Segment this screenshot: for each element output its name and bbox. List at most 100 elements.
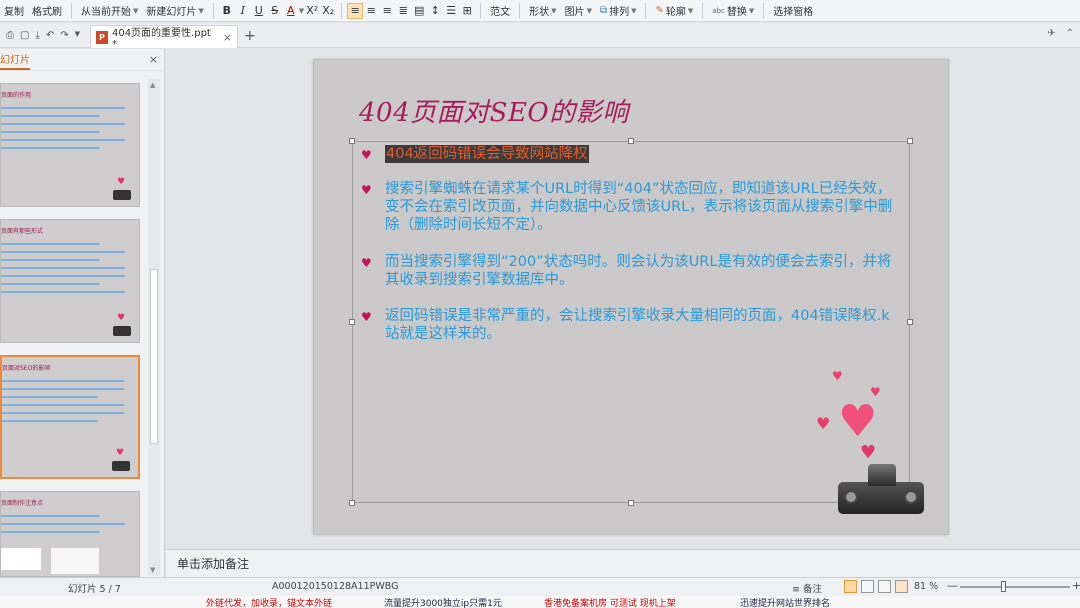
scroll-up-icon[interactable]: ▲	[150, 81, 155, 89]
superscript-button[interactable]: X²	[304, 3, 320, 19]
copy-label: 复制	[4, 7, 24, 18]
thumbnail-line	[2, 380, 124, 382]
ad-link[interactable]: 香港免备案机房 可测试 现机上架	[544, 596, 676, 608]
normal-view-icon[interactable]	[844, 580, 857, 593]
notes-pane[interactable]: 单击添加备注	[166, 549, 1080, 577]
slide-title[interactable]: 404页面对SEO的影响	[359, 92, 629, 129]
redo-icon[interactable]: ↷	[60, 30, 68, 41]
ppt-file-icon: P	[96, 30, 108, 44]
resize-handle[interactable]	[349, 319, 355, 325]
from-current-label: 从当前开始	[81, 7, 131, 18]
close-icon[interactable]: ×	[149, 53, 158, 66]
slide-thumbnail[interactable]: 页面制作注意点	[0, 491, 140, 577]
align-right-icon[interactable]: ≡	[379, 3, 395, 19]
divider	[702, 2, 704, 19]
slides-tab[interactable]: 幻灯片	[0, 49, 30, 70]
zoom-out-icon[interactable]: —	[947, 579, 958, 592]
thumbnail-title: 页面制作注意点	[1, 500, 44, 507]
underline-button[interactable]: U	[251, 3, 267, 19]
from-current-button[interactable]: 从当前开始 ▼	[77, 1, 142, 21]
thumbnail-line	[1, 291, 125, 293]
zoom-slider[interactable]	[960, 586, 1070, 588]
ad-link[interactable]: 外链代发，加收录，锚文本外链	[206, 596, 332, 608]
outline-button[interactable]: ✎ 轮廓 ▼	[651, 1, 697, 21]
new-slide-button[interactable]: 新建幻灯片 ▼	[142, 1, 207, 21]
template-id: A000120150128A11PWBG	[272, 581, 399, 592]
resize-handle[interactable]	[628, 138, 634, 144]
distribute-icon[interactable]: ▤	[411, 3, 427, 19]
selection-pane-button[interactable]: 选择窗格	[769, 1, 817, 21]
bold-button[interactable]: B	[219, 3, 235, 19]
thumbnail-line	[1, 523, 125, 525]
zoom-level[interactable]: 81 %	[914, 581, 938, 592]
align-justify-icon[interactable]: ≣	[395, 3, 411, 19]
pin-icon[interactable]: ✈	[1047, 28, 1055, 39]
font-color-button[interactable]: A	[283, 3, 299, 19]
align-center-icon[interactable]: ≡	[363, 3, 379, 19]
arrange-button[interactable]: ⧉ 排列 ▼	[596, 1, 641, 21]
selection-pane-label: 选择窗格	[773, 7, 814, 18]
strikethrough-button[interactable]: S	[267, 3, 283, 19]
ad-link[interactable]: 迅速提升网站世界排名	[740, 596, 830, 608]
preview-icon[interactable]: ▢	[20, 30, 29, 41]
bullet-text[interactable]: 搜索引擎蜘蛛在请求某个URL时得到“404”状态回应，即知道该URL已经失效，变…	[385, 180, 901, 234]
undo-icon[interactable]: ↶	[46, 30, 54, 41]
template-button[interactable]: 范文	[486, 1, 514, 21]
shape-button[interactable]: 形状 ▼	[525, 1, 560, 21]
zoom-slider-knob[interactable]	[1001, 581, 1006, 592]
bullet-text[interactable]: 404返回码错误会导致网站降权	[385, 145, 589, 163]
resize-handle[interactable]	[907, 138, 913, 144]
slide-thumbnail[interactable]: 页面有那些形式 ♥	[0, 219, 140, 343]
format-painter-button[interactable]: 格式刷	[28, 1, 66, 21]
thumbnail-line	[1, 515, 99, 517]
format-painter-label: 格式刷	[32, 7, 62, 18]
resize-handle[interactable]	[349, 138, 355, 144]
text-direction-icon[interactable]: ⊞	[459, 3, 475, 19]
picture-label: 图片	[564, 7, 585, 18]
chevron-down-icon: ▼	[133, 6, 139, 15]
picture-button[interactable]: 图片 ▼	[561, 1, 596, 21]
line-spacing-icon[interactable]: ↕	[427, 3, 443, 19]
current-slide[interactable]: 404页面对SEO的影响 ♥ 404返回码错误会导致网站降权 ♥ 搜索引擎蜘蛛在…	[313, 59, 949, 535]
bullet-text[interactable]: 返回码错误是非常严重的，会让搜索引擎收录大量相同的页面，404错误降权.k站就是…	[385, 307, 901, 343]
close-icon[interactable]: ×	[223, 31, 232, 44]
slide-thumbnail-pane: 幻灯片 × 页面的作用 ♥ 页面有那些形式 ♥ 页面对SEO的影响 ♥ 页面制作…	[0, 49, 165, 577]
thumbnail-image	[51, 548, 99, 574]
chevron-down-icon[interactable]: ▼	[75, 30, 80, 41]
heart-icon: ♥	[117, 177, 126, 187]
columns-icon[interactable]: ☰	[443, 3, 459, 19]
scrollbar-thumb[interactable]	[150, 269, 158, 444]
slide-thumbnail[interactable]: 页面的作用 ♥	[0, 83, 140, 207]
document-tab[interactable]: P 404页面的重要性.ppt * ×	[90, 25, 238, 50]
camera-icon	[112, 461, 130, 471]
thumbnail-line	[1, 267, 125, 269]
new-tab-icon[interactable]: +	[244, 28, 256, 44]
camera-icon	[113, 190, 131, 200]
minimize-ribbon-icon[interactable]: ⌃	[1066, 28, 1074, 39]
ad-link[interactable]: 流量提升3000独立ip只需1元	[384, 596, 502, 608]
notes-toggle-label: 备注	[802, 584, 822, 595]
subscript-button[interactable]: X₂	[320, 3, 336, 19]
thumbnail-scrollbar[interactable]: ▲ ▼	[148, 79, 160, 576]
resize-handle[interactable]	[907, 319, 913, 325]
resize-handle[interactable]	[628, 500, 634, 506]
arrange-label: 排列	[609, 7, 630, 18]
resize-handle[interactable]	[349, 500, 355, 506]
align-left-icon[interactable]: ≡	[347, 2, 364, 19]
slideshow-icon[interactable]	[895, 580, 908, 593]
scroll-down-icon[interactable]: ▼	[150, 566, 155, 574]
bullet-text[interactable]: 而当搜索引擎得到“200”状态吗时。则会认为该URL是有效的便会去索引，并将其收…	[385, 253, 901, 289]
print-icon[interactable]: ⎙	[6, 30, 14, 41]
status-bar: 幻灯片 5 / 7 A000120150128A11PWBG ≡ 备注 81 %…	[0, 577, 1080, 596]
zoom-in-icon[interactable]: +	[1072, 579, 1080, 592]
notes-toggle-button[interactable]: ≡ 备注	[792, 581, 822, 595]
sorter-view-icon[interactable]	[861, 580, 874, 593]
reading-view-icon[interactable]	[878, 580, 891, 593]
document-title: 404页面的重要性.ppt *	[111, 28, 211, 50]
export-icon[interactable]: ⤓	[35, 30, 39, 41]
replace-button[interactable]: abc 替换 ▼	[708, 1, 758, 21]
heart-bullet-icon: ♥	[361, 256, 372, 270]
italic-button[interactable]: I	[235, 3, 251, 19]
slide-thumbnail-active[interactable]: 页面对SEO的影响 ♥	[0, 355, 140, 479]
copy-button[interactable]: 复制	[0, 1, 28, 21]
